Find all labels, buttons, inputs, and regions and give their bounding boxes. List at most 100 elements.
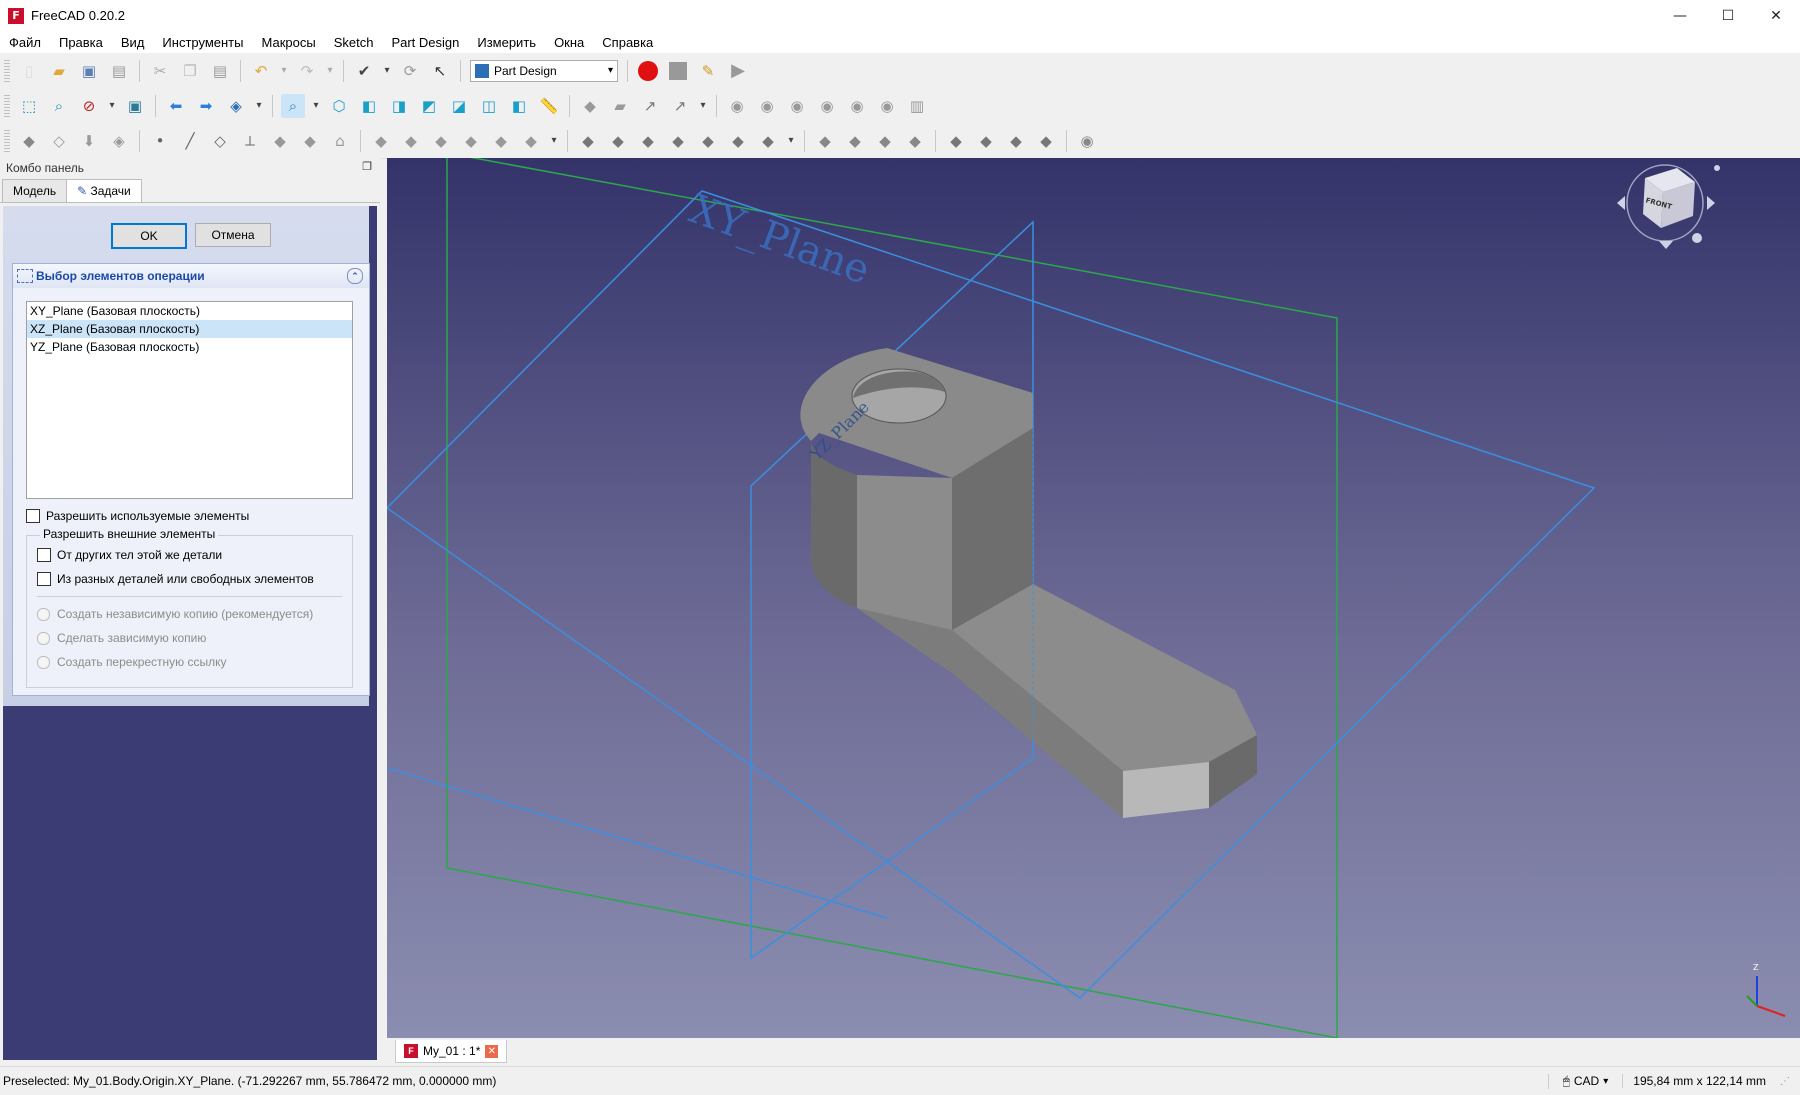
additive-dropdown-icon[interactable]: ▾ — [549, 129, 559, 153]
macro-stop-icon[interactable] — [666, 59, 690, 83]
back-arrow-icon[interactable]: ⬅ — [164, 94, 188, 118]
navcube-orbit-icon[interactable] — [1714, 165, 1720, 171]
navigation-cube[interactable]: FRONT — [1617, 164, 1720, 249]
list-item-selected[interactable]: XZ_Plane (Базовая плоскость) — [27, 320, 352, 338]
measure-clear-icon[interactable]: ◉ — [815, 94, 839, 118]
solid-part[interactable] — [800, 348, 1257, 818]
zoom-dropdown-icon[interactable]: ▾ — [311, 94, 321, 118]
rear-view-icon[interactable]: ◪ — [447, 94, 471, 118]
hole-icon[interactable]: ◆ — [606, 129, 630, 153]
mirrored-icon[interactable]: ◆ — [813, 129, 837, 153]
viewport-canvas[interactable]: XY_Plane YZ_Plane FRONT Z — [387, 158, 1800, 1038]
subtractive-primitive-icon[interactable]: ◆ — [756, 129, 780, 153]
menu-measure[interactable]: Измерить — [468, 35, 545, 50]
fit-all-icon[interactable]: ⬚ — [17, 94, 41, 118]
front-view-icon[interactable]: ◧ — [357, 94, 381, 118]
subtractive-loft-icon[interactable]: ◆ — [666, 129, 690, 153]
radio-circle[interactable] — [37, 631, 50, 645]
recompute-icon[interactable]: ⟳ — [398, 59, 422, 83]
tab-model[interactable]: Модель — [2, 179, 68, 202]
maximize-button[interactable]: ☐ — [1704, 0, 1752, 31]
sync-view-icon[interactable]: ◈ — [224, 94, 248, 118]
create-part-icon[interactable]: ◆ — [578, 94, 602, 118]
ok-button[interactable]: OK — [111, 223, 187, 249]
menu-windows[interactable]: Окна — [545, 35, 593, 50]
helix-icon[interactable]: ◆ — [489, 129, 513, 153]
measure-3d-icon[interactable]: ◉ — [875, 94, 899, 118]
zoom-icon[interactable]: ⌕ — [281, 93, 305, 118]
link-actions-icon[interactable]: ↗ — [668, 94, 692, 118]
additive-primitive-icon[interactable]: ◆ — [519, 129, 543, 153]
sketch-edit-icon[interactable]: ⌂ — [328, 129, 352, 153]
measure-distance-icon[interactable]: 📏 — [537, 94, 561, 118]
isometric-view-icon[interactable]: ⬡ — [327, 94, 351, 118]
radio-circle[interactable] — [37, 655, 50, 669]
navcube-view-menu-icon[interactable] — [1692, 233, 1702, 243]
redo-icon[interactable]: ↷ — [295, 59, 319, 83]
draw-style-icon[interactable]: ⊘ — [77, 94, 101, 118]
link-dropdown-icon[interactable]: ▾ — [698, 94, 708, 118]
workbench-selector[interactable]: Part Design ▾ — [470, 59, 618, 82]
cancel-button[interactable]: Отмена — [195, 223, 271, 247]
thickness-icon[interactable]: ◆ — [1034, 129, 1058, 153]
multi-transform-icon[interactable]: ◆ — [903, 129, 927, 153]
minimize-button[interactable]: — — [1656, 0, 1704, 31]
toolbar-grip[interactable] — [4, 94, 10, 117]
link-icon[interactable]: ↗ — [638, 94, 662, 118]
independent-copy-radio[interactable]: Создать независимую копию (рекомендуется… — [37, 607, 313, 621]
revolution-icon[interactable]: ◆ — [399, 129, 423, 153]
sub-shape-binder-icon[interactable]: ◆ — [268, 129, 292, 153]
groove-icon[interactable]: ◆ — [636, 129, 660, 153]
menu-tools[interactable]: Инструменты — [153, 35, 252, 50]
forward-arrow-icon[interactable]: ➡ — [194, 94, 218, 118]
create-body-icon[interactable]: ◆ — [17, 129, 41, 153]
dependent-copy-radio[interactable]: Сделать зависимую копию — [37, 631, 206, 645]
measure-refresh-icon[interactable]: ◉ — [785, 94, 809, 118]
float-panel-icon[interactable]: ❐ — [362, 160, 372, 173]
sync-view-dropdown-icon[interactable]: ▾ — [254, 94, 264, 118]
close-tab-icon[interactable]: ✕ — [485, 1044, 499, 1058]
datum-plane-icon[interactable]: ◇ — [208, 129, 232, 153]
other-parts-checkbox[interactable]: Из разных деталей или свободных элементо… — [37, 572, 314, 586]
measure-delta-icon[interactable]: ▥ — [905, 94, 929, 118]
radio-circle[interactable] — [37, 607, 50, 621]
pad-icon[interactable]: ◆ — [369, 129, 393, 153]
new-file-icon[interactable]: ▯ — [17, 59, 41, 83]
menu-edit[interactable]: Правка — [50, 35, 112, 50]
subtractive-helix-icon[interactable]: ◆ — [726, 129, 750, 153]
clone-icon[interactable]: ◆ — [298, 129, 322, 153]
whats-this-icon[interactable]: ↖ — [428, 59, 452, 83]
macro-execute-icon[interactable]: ▶ — [726, 59, 750, 83]
bottom-view-icon[interactable]: ◫ — [477, 94, 501, 118]
left-view-icon[interactable]: ◧ — [507, 94, 531, 118]
toolbar-grip[interactable] — [4, 59, 10, 82]
menu-file[interactable]: Файл — [0, 35, 50, 50]
open-file-icon[interactable]: ▰ — [47, 59, 71, 83]
collapse-icon[interactable]: ⌃ — [347, 268, 363, 284]
validate-sketch-icon[interactable]: ⬇ — [77, 129, 101, 153]
measure-toggle-icon[interactable]: ◉ — [845, 94, 869, 118]
checkbox-box[interactable] — [37, 548, 51, 562]
menu-part-design[interactable]: Part Design — [382, 35, 468, 50]
fillet-icon[interactable]: ◆ — [944, 129, 968, 153]
list-item[interactable]: YZ_Plane (Базовая плоскость) — [27, 338, 352, 356]
subtractive-dropdown-icon[interactable]: ▾ — [786, 129, 796, 153]
check-dropdown-icon[interactable]: ▾ — [382, 59, 392, 83]
pipe-icon[interactable]: ◆ — [459, 129, 483, 153]
tab-tasks[interactable]: ✎ Задачи — [66, 179, 142, 202]
right-view-icon[interactable]: ◩ — [417, 94, 441, 118]
checkbox-box[interactable] — [37, 572, 51, 586]
subtractive-pipe-icon[interactable]: ◆ — [696, 129, 720, 153]
draw-style-dropdown-icon[interactable]: ▾ — [107, 94, 117, 118]
cross-reference-radio[interactable]: Создать перекрестную ссылку — [37, 655, 227, 669]
undo-icon[interactable]: ↶ — [249, 59, 273, 83]
create-group-icon[interactable]: ▰ — [608, 94, 632, 118]
navigation-style-selector[interactable]: 🖱 CAD ▾ — [1547, 1073, 1608, 1089]
shape-binder-icon[interactable]: ◈ — [107, 129, 131, 153]
close-button[interactable]: ✕ — [1752, 0, 1800, 31]
document-tab[interactable]: F My_01 : 1* ✕ — [395, 1040, 508, 1063]
bounding-box-icon[interactable]: ▣ — [123, 94, 147, 118]
create-sketch-icon[interactable]: ◇ — [47, 129, 71, 153]
navcube-left-arrow[interactable] — [1617, 196, 1625, 210]
list-item[interactable]: XY_Plane (Базовая плоскость) — [27, 302, 352, 320]
